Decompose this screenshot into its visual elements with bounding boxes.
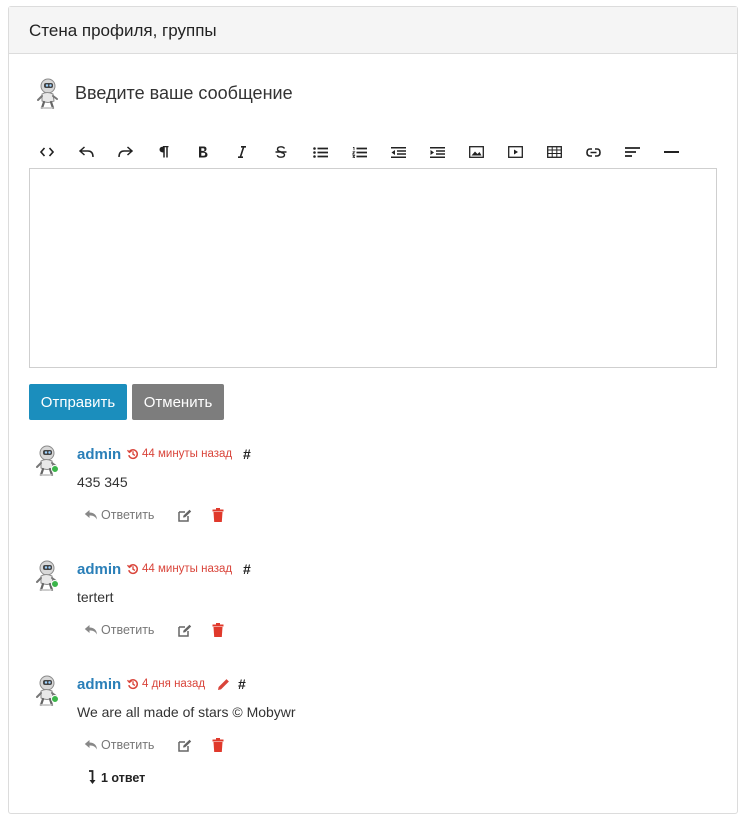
compose-prompt: Введите ваше сообщение xyxy=(75,83,293,103)
editor-toolbar xyxy=(29,139,719,165)
history-icon xyxy=(127,448,139,460)
undo-icon[interactable] xyxy=(68,139,104,165)
comment-actions: Ответить xyxy=(84,508,284,524)
comment-time-text: 44 минуты назад xyxy=(142,448,233,460)
send-button[interactable]: Отправить xyxy=(29,384,127,420)
comment-permalink[interactable]: # xyxy=(238,676,246,692)
edit-icon[interactable] xyxy=(178,509,192,522)
horizontal-rule-icon[interactable] xyxy=(653,139,689,165)
edited-pencil-icon xyxy=(218,679,229,690)
history-icon xyxy=(127,678,139,690)
link-icon[interactable] xyxy=(575,139,611,165)
current-user-avatar xyxy=(33,77,61,109)
reply-icon xyxy=(84,509,98,521)
delete-icon[interactable] xyxy=(212,738,224,752)
comment-time[interactable]: 44 минуты назад xyxy=(127,563,232,575)
online-indicator xyxy=(51,580,59,588)
reply-label: Ответить xyxy=(101,623,155,637)
reply-label: Ответить xyxy=(101,508,155,522)
comment-author[interactable]: admin xyxy=(77,446,121,463)
replies-count: 1 ответ xyxy=(101,770,146,785)
reply-button[interactable]: Ответить xyxy=(84,623,154,637)
reply-icon xyxy=(84,624,98,636)
reply-label: Ответить xyxy=(101,738,155,752)
comment-item: admin 44 минуты назад # tertert Ответить xyxy=(0,561,745,671)
edit-icon[interactable] xyxy=(178,624,192,637)
comment-permalink[interactable]: # xyxy=(243,446,251,462)
comment-text: tertert xyxy=(77,589,114,605)
online-indicator xyxy=(51,465,59,473)
show-replies-link[interactable]: 1 ответ xyxy=(88,770,145,785)
redo-icon[interactable] xyxy=(107,139,143,165)
delete-icon[interactable] xyxy=(212,508,224,522)
paragraph-icon[interactable] xyxy=(146,139,182,165)
align-icon[interactable] xyxy=(614,139,650,165)
bold-icon[interactable] xyxy=(185,139,221,165)
comment-author[interactable]: admin xyxy=(77,676,121,693)
outdent-icon[interactable] xyxy=(380,139,416,165)
reply-button[interactable]: Ответить xyxy=(84,738,154,752)
edit-icon[interactable] xyxy=(178,739,192,752)
comment-permalink[interactable]: # xyxy=(243,561,251,577)
history-icon xyxy=(127,563,139,575)
indent-icon[interactable] xyxy=(419,139,455,165)
arrow-down-icon xyxy=(89,770,96,784)
video-icon[interactable] xyxy=(497,139,533,165)
numbered-list-icon[interactable] xyxy=(341,139,377,165)
reply-icon xyxy=(84,739,98,751)
wall-title: Стена профиля, группы xyxy=(9,7,737,54)
image-icon[interactable] xyxy=(458,139,494,165)
online-indicator xyxy=(51,695,59,703)
italic-icon[interactable] xyxy=(224,139,260,165)
bullet-list-icon[interactable] xyxy=(302,139,338,165)
comment-actions: Ответить xyxy=(84,738,284,754)
message-editor[interactable] xyxy=(29,168,717,368)
cancel-button[interactable]: Отменить xyxy=(132,384,224,420)
comment-time-text: 44 минуты назад xyxy=(142,563,233,575)
comment-item: admin 44 минуты назад # 435 345 Ответить xyxy=(0,446,745,556)
delete-icon[interactable] xyxy=(212,623,224,637)
table-icon[interactable] xyxy=(536,139,572,165)
comment-text: We are all made of stars © Mobywr xyxy=(77,704,296,720)
comment-time[interactable]: 44 минуты назад xyxy=(127,448,232,460)
strikethrough-icon[interactable] xyxy=(263,139,299,165)
reply-button[interactable]: Ответить xyxy=(84,508,154,522)
code-view-icon[interactable] xyxy=(29,139,65,165)
comment-time[interactable]: 4 дня назад xyxy=(127,678,205,690)
comment-time-text: 4 дня назад xyxy=(142,678,206,690)
comment-author[interactable]: admin xyxy=(77,561,121,578)
comment-text: 435 345 xyxy=(77,474,128,490)
comment-actions: Ответить xyxy=(84,623,284,639)
